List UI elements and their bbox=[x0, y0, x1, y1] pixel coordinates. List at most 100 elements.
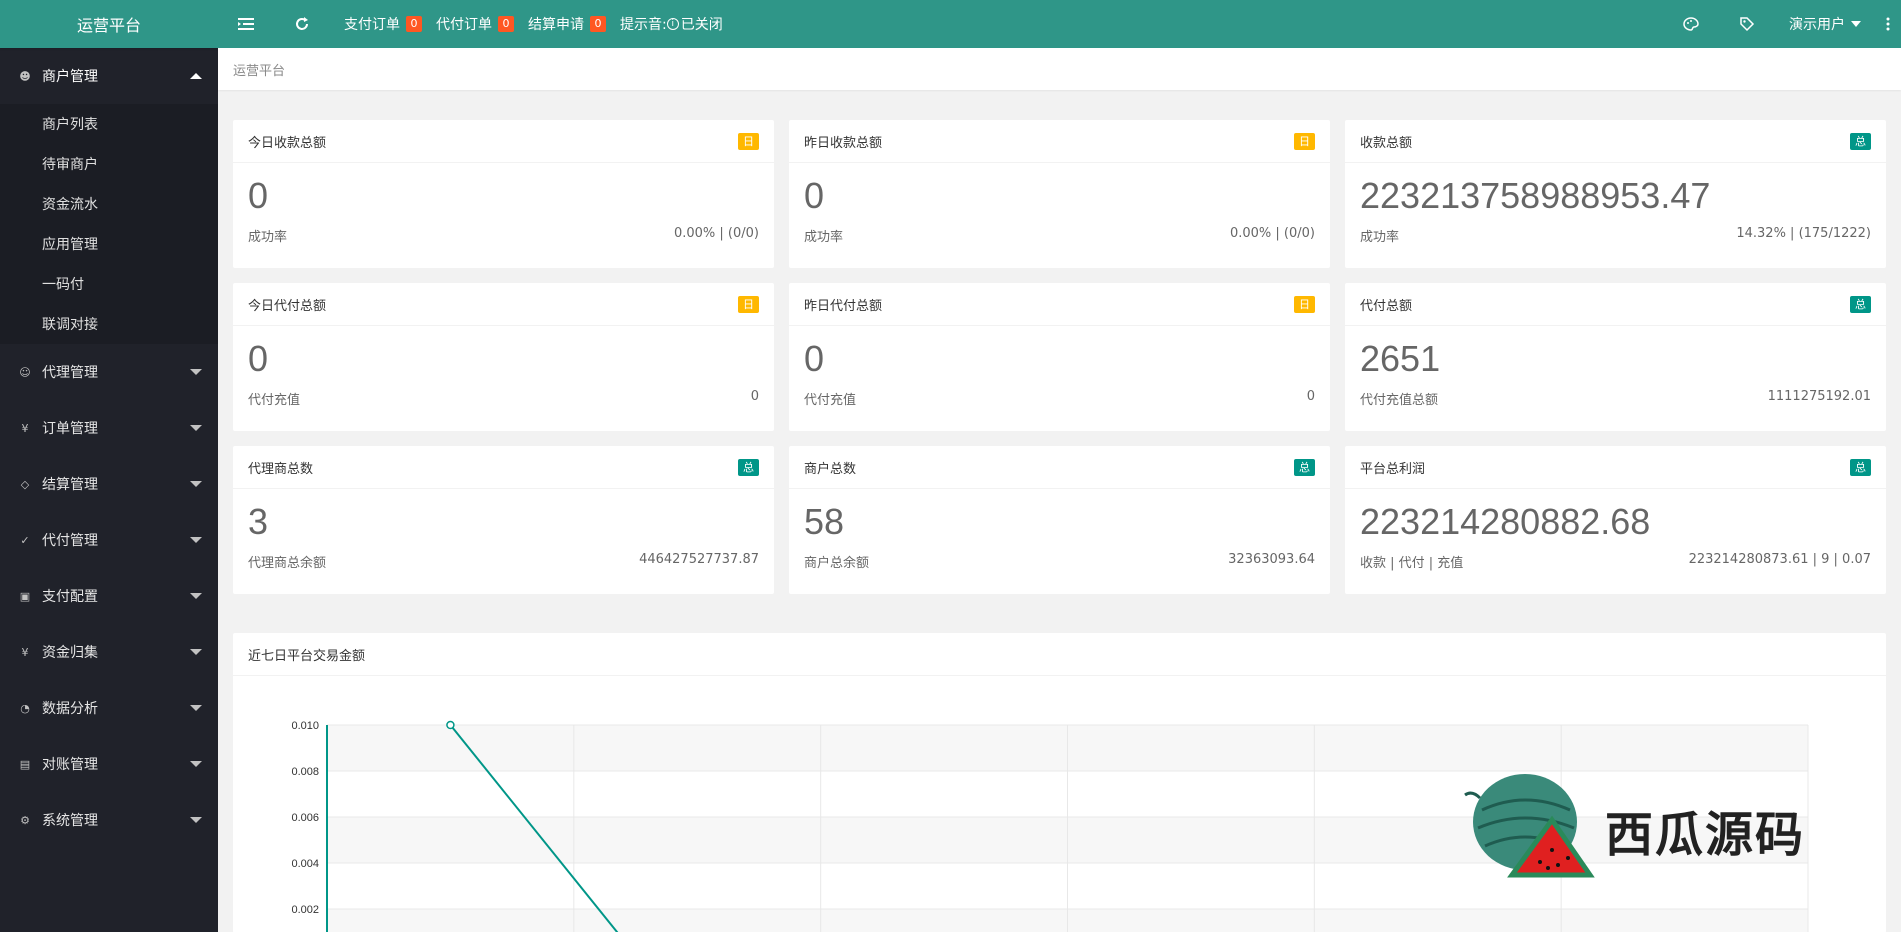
card-header: 平台总利润 总 bbox=[1345, 446, 1886, 489]
card-foot-label: 商户总余额 bbox=[804, 556, 870, 571]
y-tick-label: 0.002 bbox=[291, 904, 319, 916]
hint-value: 已关闭 bbox=[680, 17, 723, 33]
stat-card: 昨日代付总额 日 0 代付充值 0 bbox=[789, 283, 1330, 431]
sidebar-item-label: 数据分析 bbox=[42, 701, 98, 717]
period-badge: 总 bbox=[1294, 459, 1315, 476]
sidebar-item-0[interactable]: ☻ 商户管理 bbox=[0, 48, 218, 104]
period-badge: 总 bbox=[738, 459, 759, 476]
theme-palette-icon[interactable] bbox=[1663, 0, 1719, 48]
sidebar-item-4[interactable]: ✓ 代付管理 bbox=[0, 512, 218, 568]
submenu-item-0[interactable]: 商户列表 bbox=[0, 104, 218, 144]
y-tick-label: 0.004 bbox=[291, 858, 319, 870]
submenu-item-5[interactable]: 联调对接 bbox=[0, 304, 218, 344]
chevron-down-icon bbox=[1851, 21, 1861, 27]
card-foot-label: 成功率 bbox=[1360, 230, 1400, 245]
card-foot-value: 0.00% | (0/0) bbox=[1229, 226, 1315, 241]
sidebar-item-label: 对账管理 bbox=[42, 757, 98, 773]
card-foot-label: 成功率 bbox=[248, 230, 288, 245]
menu-toggle-icon[interactable] bbox=[218, 0, 274, 48]
count-badge: 0 bbox=[406, 16, 422, 32]
sidebar-item-label: 资金归集 bbox=[42, 645, 98, 661]
user-icon: ☺ bbox=[19, 365, 31, 379]
sidebar-item-label: 订单管理 bbox=[42, 421, 98, 437]
top-header: 支付订单 0 代付订单 0 结算申请 0 提示音: i 已关闭 演示用户 bbox=[218, 0, 1901, 48]
sidebar-item-9[interactable]: ⚙ 系统管理 bbox=[0, 792, 218, 848]
sidebar-item-2[interactable]: ¥ 订单管理 bbox=[0, 400, 218, 456]
card-header: 代理商总数 总 bbox=[233, 446, 774, 489]
y-tick-label: 0.008 bbox=[291, 766, 319, 778]
app-logo[interactable]: 运营平台 bbox=[0, 0, 218, 48]
header-link-2[interactable]: 结算申请 0 bbox=[528, 14, 606, 34]
more-vertical-icon[interactable] bbox=[1875, 0, 1901, 48]
header-link-0[interactable]: 支付订单 0 bbox=[344, 14, 422, 34]
card-title: 今日代付总额 bbox=[248, 298, 327, 314]
sidebar-item-6[interactable]: ¥ 资金归集 bbox=[0, 624, 218, 680]
header-link-label: 结算申请 bbox=[528, 17, 584, 33]
sidebar-item-label: 代理管理 bbox=[42, 365, 98, 381]
period-badge: 日 bbox=[1294, 133, 1315, 150]
sidebar-item-5[interactable]: ▣ 支付配置 bbox=[0, 568, 218, 624]
period-badge: 总 bbox=[1850, 459, 1871, 476]
breadcrumb-item[interactable]: 运营平台 bbox=[233, 60, 285, 79]
card-value: 223213758988953.47 bbox=[1360, 175, 1711, 216]
card-title: 昨日代付总额 bbox=[804, 298, 883, 314]
card-foot-value: 32363093.64 bbox=[1228, 552, 1315, 567]
tag-icon[interactable] bbox=[1719, 0, 1775, 48]
card-foot-label: 代理商总余额 bbox=[248, 556, 327, 571]
card-value: 2651 bbox=[1360, 338, 1441, 379]
user-menu[interactable]: 演示用户 bbox=[1775, 14, 1875, 34]
chart-title: 近七日平台交易金额 bbox=[233, 633, 1886, 676]
period-badge: 日 bbox=[738, 133, 759, 150]
card-foot-label: 成功率 bbox=[804, 230, 844, 245]
sidebar-item-1[interactable]: ☺ 代理管理 bbox=[0, 344, 218, 400]
submenu-item-3[interactable]: 应用管理 bbox=[0, 224, 218, 264]
sidebar-item-3[interactable]: ◇ 结算管理 bbox=[0, 456, 218, 512]
sidebar-item-label: 商户管理 bbox=[42, 69, 98, 85]
watermark: 西瓜源码 bbox=[1460, 765, 1820, 895]
diamond-icon: ◇ bbox=[20, 477, 30, 491]
chevron-down-icon bbox=[190, 761, 202, 767]
card-header: 今日收款总额 日 bbox=[233, 120, 774, 163]
card-foot-label: 代付充值总额 bbox=[1360, 393, 1439, 408]
y-tick-label: 0.010 bbox=[291, 720, 319, 732]
cube-icon: ▣ bbox=[19, 589, 31, 603]
shield-check-icon: ✓ bbox=[20, 533, 30, 547]
card-foot-value: 14.32% | (175/1222) bbox=[1736, 226, 1871, 241]
card-title: 收款总额 bbox=[1360, 135, 1413, 151]
submenu-item-4[interactable]: 一码付 bbox=[0, 264, 218, 304]
card-foot-label: 代付充值 bbox=[804, 393, 857, 408]
hint-label: 提示音: bbox=[620, 17, 667, 33]
submenu-item-2[interactable]: 资金流水 bbox=[0, 184, 218, 224]
card-header: 收款总额 总 bbox=[1345, 120, 1886, 163]
card-foot-label: 收款 | 代付 | 充值 bbox=[1360, 556, 1464, 571]
card-value: 0 bbox=[804, 175, 825, 216]
card-footer: 代付充值 0 bbox=[233, 379, 774, 408]
card-footer: 成功率 0.00% | (0/0) bbox=[233, 216, 774, 245]
sound-hint[interactable]: 提示音: i 已关闭 bbox=[620, 14, 723, 34]
chevron-up-icon bbox=[190, 73, 202, 79]
card-foot-value: 446427527737.87 bbox=[639, 552, 759, 567]
sidebar-menu: ☻ 商户管理 商户列表 待审商户 资金流水 应用管理 一码付 联调对接 ☺ 代理管理 ¥ 订单管理 ◇ 结… bbox=[0, 48, 218, 848]
submenu-item-1[interactable]: 待审商户 bbox=[0, 144, 218, 184]
card-footer: 成功率 14.32% | (175/1222) bbox=[1345, 216, 1886, 245]
card-value: 223214280882.68 bbox=[1360, 501, 1651, 542]
header-right: 演示用户 bbox=[1663, 0, 1901, 48]
card-footer: 收款 | 代付 | 充值 223214280873.61 | 9 | 0.07 bbox=[1345, 542, 1886, 571]
sidebar-item-7[interactable]: ◔ 数据分析 bbox=[0, 680, 218, 736]
card-header: 代付总额 总 bbox=[1345, 283, 1886, 326]
period-badge: 日 bbox=[1294, 296, 1315, 313]
chevron-down-icon bbox=[190, 425, 202, 431]
card-footer: 商户总余额 32363093.64 bbox=[789, 542, 1330, 571]
stat-card: 平台总利润 总 223214280882.68 收款 | 代付 | 充值 2232142… bbox=[1345, 446, 1886, 594]
card-title: 平台总利润 bbox=[1360, 461, 1426, 477]
card-footer: 成功率 0.00% | (0/0) bbox=[789, 216, 1330, 245]
stat-card: 今日代付总额 日 0 代付充值 0 bbox=[233, 283, 774, 431]
header-link-1[interactable]: 代付订单 0 bbox=[436, 14, 514, 34]
card-foot-value: 1111275192.01 bbox=[1767, 389, 1871, 404]
gear-icon: ⚙ bbox=[20, 813, 30, 827]
sidebar-item-8[interactable]: ▤ 对账管理 bbox=[0, 736, 218, 792]
card-value: 0 bbox=[248, 175, 269, 216]
breadcrumb: 运营平台 bbox=[218, 48, 1901, 90]
data-point[interactable] bbox=[446, 720, 455, 730]
refresh-icon[interactable] bbox=[274, 0, 330, 48]
